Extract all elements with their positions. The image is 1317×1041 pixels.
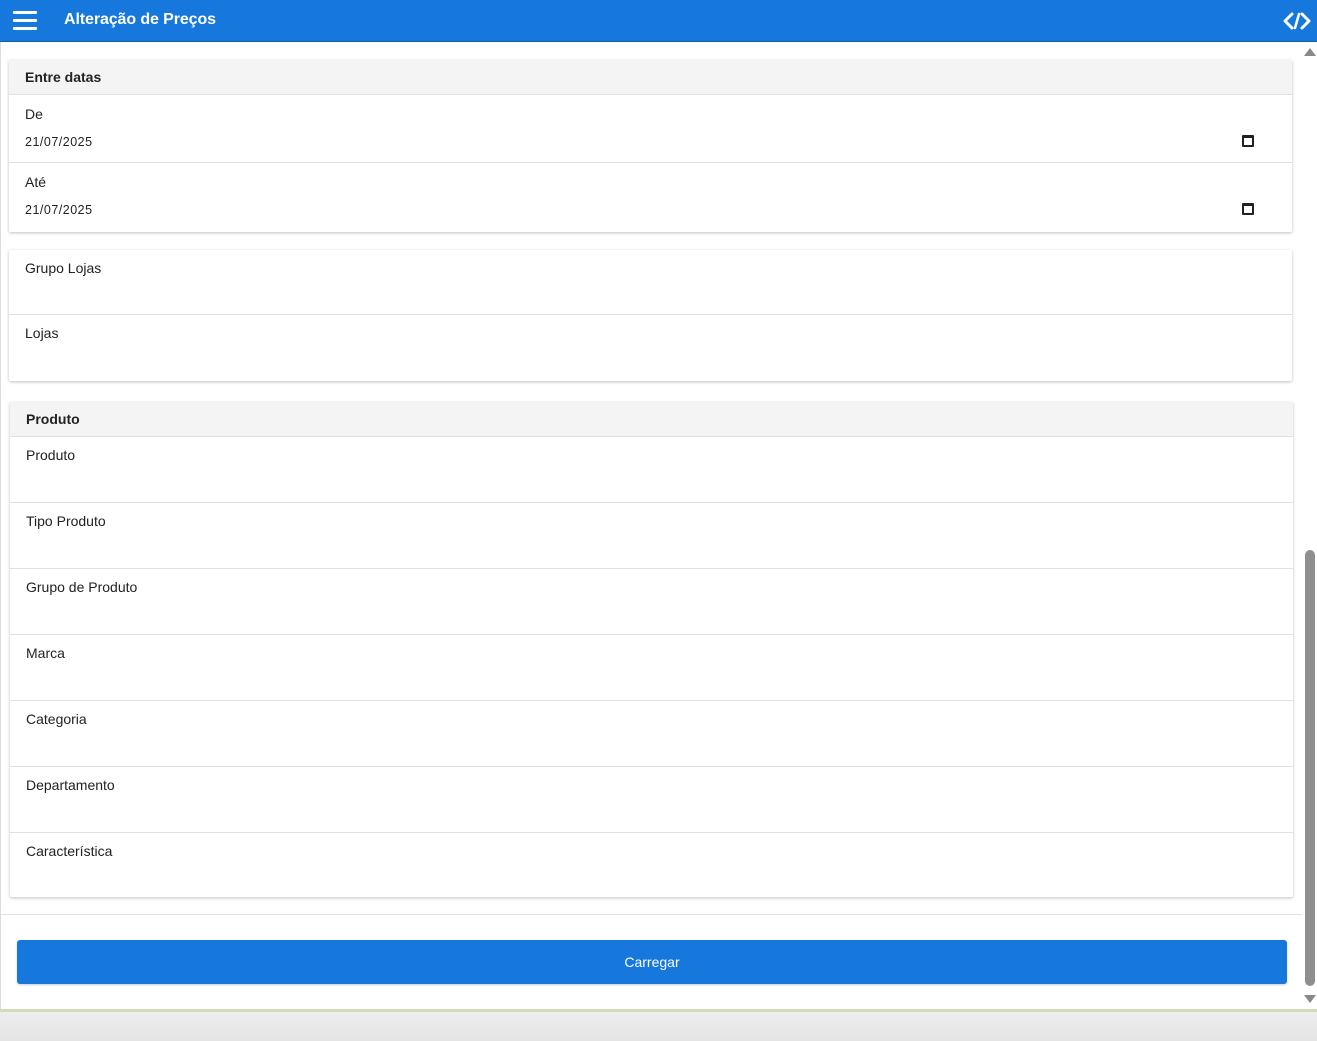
calendar-icon[interactable] [1242,203,1254,215]
stores-select[interactable]: Lojas [9,315,1292,380]
department-select[interactable]: Departamento [10,767,1293,833]
characteristic-label: Característica [26,843,113,859]
characteristic-select[interactable]: Característica [10,833,1293,899]
page-title: Alteração de Preços [64,11,216,28]
dates-card: Entre datas De 21/07/2025 Até 21/07/2025 [9,60,1292,232]
dates-section-title: Entre datas [9,60,1292,95]
stores-card: Grupo Lojas Lojas [9,250,1292,381]
brand-select[interactable]: Marca [10,635,1293,701]
department-label: Departamento [26,777,115,793]
divider [1,914,1302,915]
scroll-down-arrow-icon[interactable] [1304,995,1316,1003]
product-group-select[interactable]: Grupo de Produto [10,569,1293,635]
store-group-select[interactable]: Grupo Lojas [9,250,1292,315]
from-date-value[interactable]: 21/07/2025 [25,135,93,149]
category-select[interactable]: Categoria [10,701,1293,767]
product-type-label: Tipo Produto [26,513,106,529]
scroll-up-arrow-icon[interactable] [1304,48,1316,56]
product-group-label: Grupo de Produto [26,579,138,595]
to-date-label: Até [25,174,47,190]
category-label: Categoria [26,711,87,727]
product-field-label: Produto [26,447,76,463]
scrollbar-thumb[interactable] [1305,550,1315,986]
to-date-value[interactable]: 21/07/2025 [25,203,93,217]
load-button[interactable]: Carregar [17,940,1287,984]
code-brackets-icon[interactable] [1283,10,1311,32]
product-select[interactable]: Produto [10,437,1293,503]
store-group-label: Grupo Lojas [25,260,102,276]
from-date-field[interactable]: De 21/07/2025 [9,95,1292,163]
product-section-title: Produto [10,402,1293,437]
product-card: Produto Produto Tipo Produto Grupo de Pr… [10,402,1293,897]
stores-label: Lojas [25,325,59,341]
brand-label: Marca [26,645,65,661]
main-content: Entre datas De 21/07/2025 Até 21/07/2025… [0,42,1302,1009]
footer-bar [0,1009,1317,1041]
hamburger-menu-icon[interactable] [13,11,37,31]
from-date-label: De [25,106,43,122]
to-date-field[interactable]: Até 21/07/2025 [9,163,1292,231]
product-type-select[interactable]: Tipo Produto [10,503,1293,569]
app-bar: Alteração de Preços [0,0,1317,42]
scrollbar[interactable] [1302,42,1317,1009]
calendar-icon[interactable] [1242,135,1254,147]
